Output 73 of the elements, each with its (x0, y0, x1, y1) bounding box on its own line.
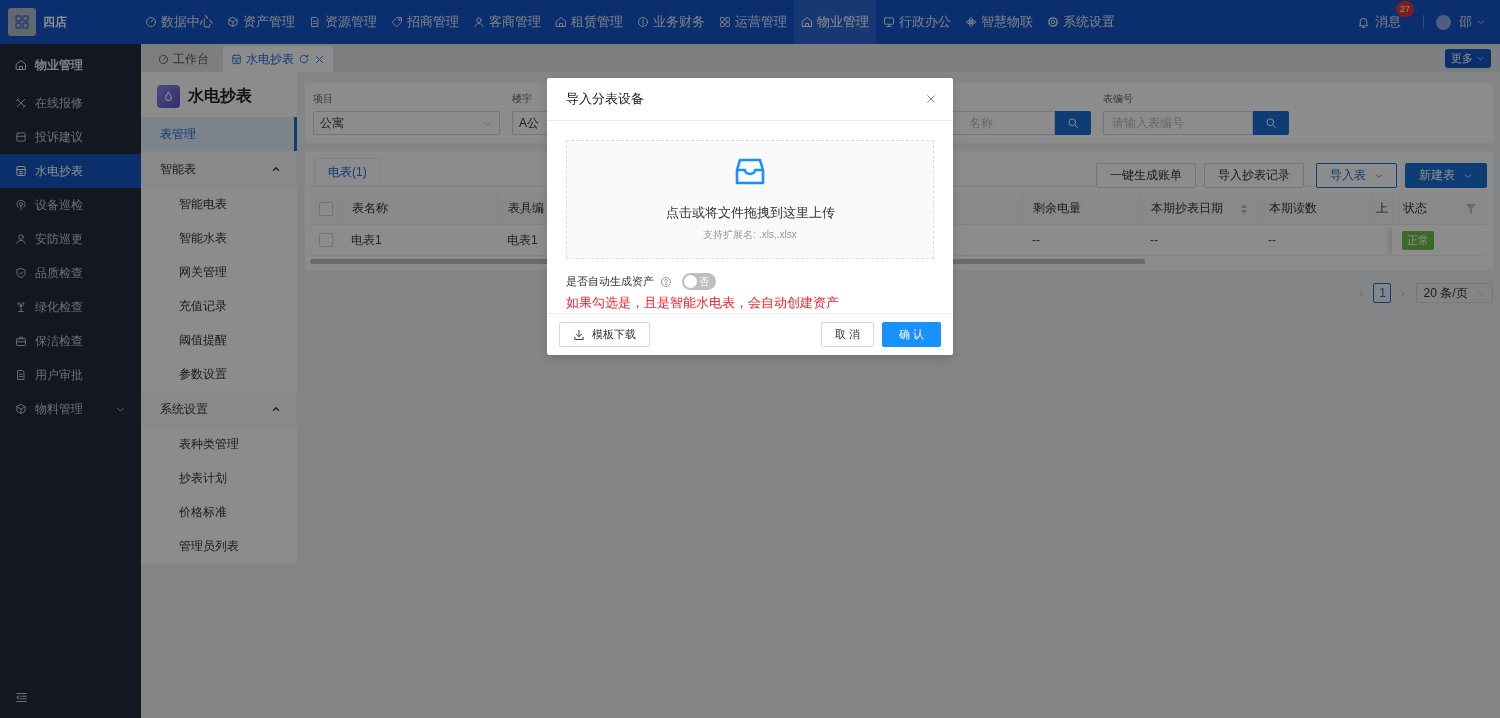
nav-item[interactable]: 智慧物联 (958, 0, 1040, 44)
nav-item[interactable]: 招商管理 (384, 0, 466, 44)
nav-item[interactable]: 租赁管理 (548, 0, 630, 44)
switch-label: 是否自动生成资产 (566, 274, 654, 289)
filter-label: 楼宇 (512, 92, 532, 105)
menu-item[interactable]: 网关管理 (141, 255, 297, 289)
table-cell: 电表1 (507, 232, 538, 247)
meter-tab[interactable]: 电表(1) (314, 158, 381, 186)
nav-item[interactable]: 业务财务 (630, 0, 712, 44)
dialog-title: 导入分表设备 (566, 90, 644, 108)
filter-label: 项目 (313, 92, 333, 105)
cancel-button[interactable]: 取 消 (820, 322, 874, 347)
nav-item[interactable]: 客商管理 (466, 0, 548, 44)
menu-item[interactable]: 智能水表 (141, 221, 297, 255)
column-header: 本期读数 (1258, 193, 1372, 225)
action-button[interactable]: 导入抄表记录 (1203, 163, 1304, 188)
menu-item[interactable]: 价格标准 (141, 495, 297, 529)
menu-item[interactable]: 充值记录 (141, 289, 297, 323)
menu-item[interactable]: 管理员列表 (141, 529, 297, 563)
page-size-select[interactable]: 20 条/页 (1416, 283, 1493, 303)
column-header[interactable]: 本期抄表日期 (1140, 193, 1258, 225)
table-cell: -- (1268, 233, 1276, 247)
sidebar-item[interactable]: 绿化检查 (0, 290, 141, 324)
select-field[interactable]: 公寓 (313, 111, 500, 135)
sidebar-item[interactable]: 安防巡更 (0, 222, 141, 256)
filter-label: 表编号 (1103, 92, 1133, 105)
sidebar-item[interactable]: 用户审批 (0, 358, 141, 392)
import-dropdown-button[interactable]: 导入表 (1315, 163, 1397, 188)
menu-item[interactable]: 抄表计划 (141, 461, 297, 495)
menu-item[interactable]: 表种类管理 (141, 427, 297, 461)
brand-name: 四店 (43, 13, 68, 31)
menu-item[interactable]: 智能电表 (141, 187, 297, 221)
upload-text: 点击或将文件拖拽到这里上传 (665, 203, 835, 222)
column-header: 表名称 (341, 193, 497, 225)
table-cell: 电表1 (351, 232, 382, 247)
more-button[interactable]: 更多 (1444, 48, 1491, 68)
table-cell: -- (1150, 233, 1158, 247)
sidebar-item[interactable]: 保洁检查 (0, 324, 141, 358)
upload-hint: 支持扩展名: .xls,.xlsx (703, 227, 797, 242)
sidebar-item[interactable]: 投诉建议 (0, 120, 141, 154)
page-tab[interactable]: 工作台 (150, 46, 217, 72)
sidebar-item[interactable]: 水电抄表 (0, 154, 141, 188)
sidebar-item[interactable]: 在线报修 (0, 86, 141, 120)
column-header: 上 (1372, 193, 1392, 225)
submenu-title: 水电抄表 (188, 86, 252, 106)
status-tag: 正常 (1402, 230, 1434, 250)
menu-item[interactable]: 表管理 (141, 117, 297, 151)
action-button[interactable]: 一键生成账单 (1095, 163, 1196, 188)
sidebar-header: 物业管理 (0, 44, 141, 86)
confirm-button[interactable]: 确 认 (881, 322, 941, 347)
upload-dropzone[interactable]: 点击或将文件拖拽到这里上传 支持扩展名: .xls,.xlsx (566, 140, 934, 259)
nav-item[interactable]: 运营管理 (712, 0, 794, 44)
create-dropdown-button[interactable]: 新建表 (1404, 163, 1487, 188)
warning-text: 如果勾选是，且是智能水电表，会自动创建资产 (566, 294, 840, 312)
page-button[interactable]: 1 (1373, 283, 1392, 303)
menu-item[interactable]: 参数设置 (141, 357, 297, 391)
nav-item[interactable]: 系统设置 (1040, 0, 1122, 44)
user-menu[interactable]: 邵 (1436, 13, 1486, 31)
sidebar-item[interactable]: 物料管理 (0, 392, 141, 426)
menu-item[interactable]: 阈值提醒 (141, 323, 297, 357)
sidebar-item[interactable]: 品质检查 (0, 256, 141, 290)
count-badge: 27 (1396, 1, 1414, 17)
table-cell: -- (1032, 233, 1040, 247)
sidebar-item[interactable]: 设备巡检 (0, 188, 141, 222)
nav-item[interactable]: 行政办公 (876, 0, 958, 44)
nav-item[interactable]: 物业管理 (794, 0, 876, 44)
nav-item[interactable]: 资源管理 (302, 0, 384, 44)
nav-item[interactable]: 资产管理 (220, 0, 302, 44)
nav-item[interactable]: 数据中心 (138, 0, 220, 44)
column-header[interactable]: 状态 (1392, 193, 1486, 225)
column-header: 剩余电量 (1022, 193, 1140, 225)
download-template-button[interactable]: 模板下载 (559, 322, 650, 347)
page-tab[interactable]: 水电抄表 (223, 46, 333, 72)
